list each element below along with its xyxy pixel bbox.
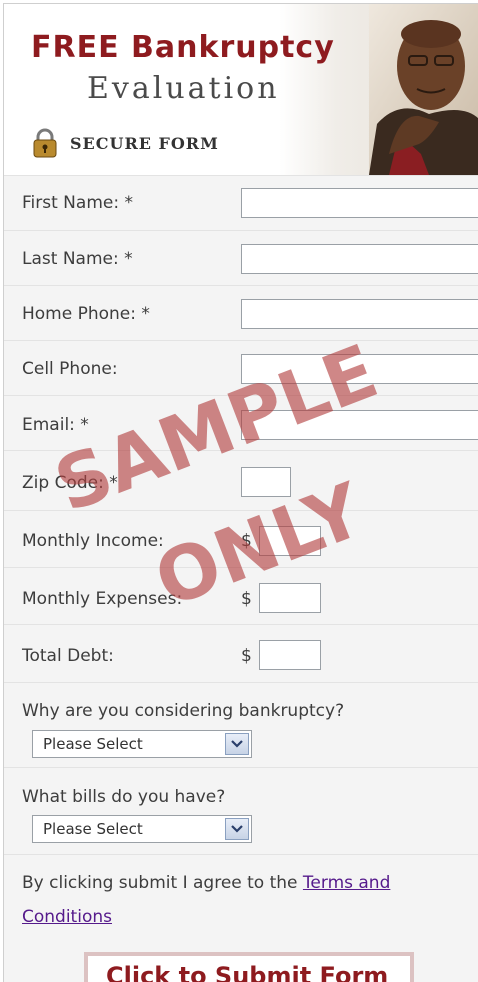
agreement-text: By clicking submit I agree to the Terms … bbox=[22, 866, 462, 934]
cell-phone-input[interactable] bbox=[241, 354, 478, 384]
padlock-icon bbox=[32, 128, 58, 158]
monthly-expenses-input[interactable] bbox=[259, 583, 321, 613]
cell-phone-label: Cell Phone: bbox=[22, 359, 118, 379]
email-row: Email: * bbox=[4, 395, 478, 451]
debt-currency-symbol: $ bbox=[241, 646, 252, 666]
agreement-prefix: By clicking submit I agree to the bbox=[22, 873, 303, 893]
email-label: Email: * bbox=[22, 415, 89, 435]
chevron-down-icon[interactable] bbox=[225, 733, 249, 755]
why-bankruptcy-row: Why are you considering bankruptcy? Plea… bbox=[4, 682, 478, 768]
last-name-row: Last Name: * bbox=[4, 230, 478, 286]
bills-row: What bills do you have? Please Select bbox=[4, 767, 478, 855]
secure-form-label: SECURE FORM bbox=[70, 133, 219, 153]
cell-phone-row: Cell Phone: bbox=[4, 340, 478, 396]
first-name-label: First Name: * bbox=[22, 193, 133, 213]
zip-code-row: Zip Code: * bbox=[4, 450, 478, 511]
expenses-currency-symbol: $ bbox=[241, 589, 252, 609]
home-phone-input[interactable] bbox=[241, 299, 478, 329]
advisor-photo bbox=[369, 4, 478, 175]
monthly-income-row: Monthly Income: $ bbox=[4, 510, 478, 568]
last-name-label: Last Name: * bbox=[22, 249, 133, 269]
first-name-row: First Name: * bbox=[4, 175, 478, 231]
monthly-expenses-row: Monthly Expenses: $ bbox=[4, 567, 478, 625]
bankruptcy-form: FREE Bankruptcy Evaluation SECURE FORM F… bbox=[3, 3, 478, 982]
income-currency-symbol: $ bbox=[241, 531, 252, 551]
total-debt-label: Total Debt: bbox=[22, 646, 114, 666]
bills-selected: Please Select bbox=[43, 820, 143, 838]
last-name-input[interactable] bbox=[241, 244, 478, 274]
email-input[interactable] bbox=[241, 410, 478, 440]
monthly-expenses-label: Monthly Expenses: bbox=[22, 589, 183, 609]
home-phone-label: Home Phone: * bbox=[22, 304, 150, 324]
header-title: FREE Bankruptcy bbox=[31, 30, 335, 65]
bills-select[interactable]: Please Select bbox=[32, 815, 252, 843]
zip-code-input[interactable] bbox=[241, 467, 291, 497]
submit-button[interactable]: Click to Submit Form bbox=[84, 952, 414, 982]
zip-code-label: Zip Code: * bbox=[22, 473, 118, 493]
chevron-down-icon[interactable] bbox=[225, 818, 249, 840]
total-debt-input[interactable] bbox=[259, 640, 321, 670]
submit-label: Click to Submit Form bbox=[106, 962, 389, 982]
monthly-income-label: Monthly Income: bbox=[22, 531, 164, 551]
total-debt-row: Total Debt: $ bbox=[4, 624, 478, 683]
bills-label: What bills do you have? bbox=[22, 787, 226, 807]
why-bankruptcy-select[interactable]: Please Select bbox=[32, 730, 252, 758]
first-name-input[interactable] bbox=[241, 188, 478, 218]
home-phone-row: Home Phone: * bbox=[4, 285, 478, 341]
why-bankruptcy-selected: Please Select bbox=[43, 735, 143, 753]
form-header: FREE Bankruptcy Evaluation SECURE FORM bbox=[4, 4, 478, 175]
monthly-income-input[interactable] bbox=[259, 526, 321, 556]
secure-form-badge: SECURE FORM bbox=[32, 128, 219, 158]
why-bankruptcy-label: Why are you considering bankruptcy? bbox=[22, 701, 345, 721]
header-subtitle: Evaluation bbox=[87, 71, 280, 106]
